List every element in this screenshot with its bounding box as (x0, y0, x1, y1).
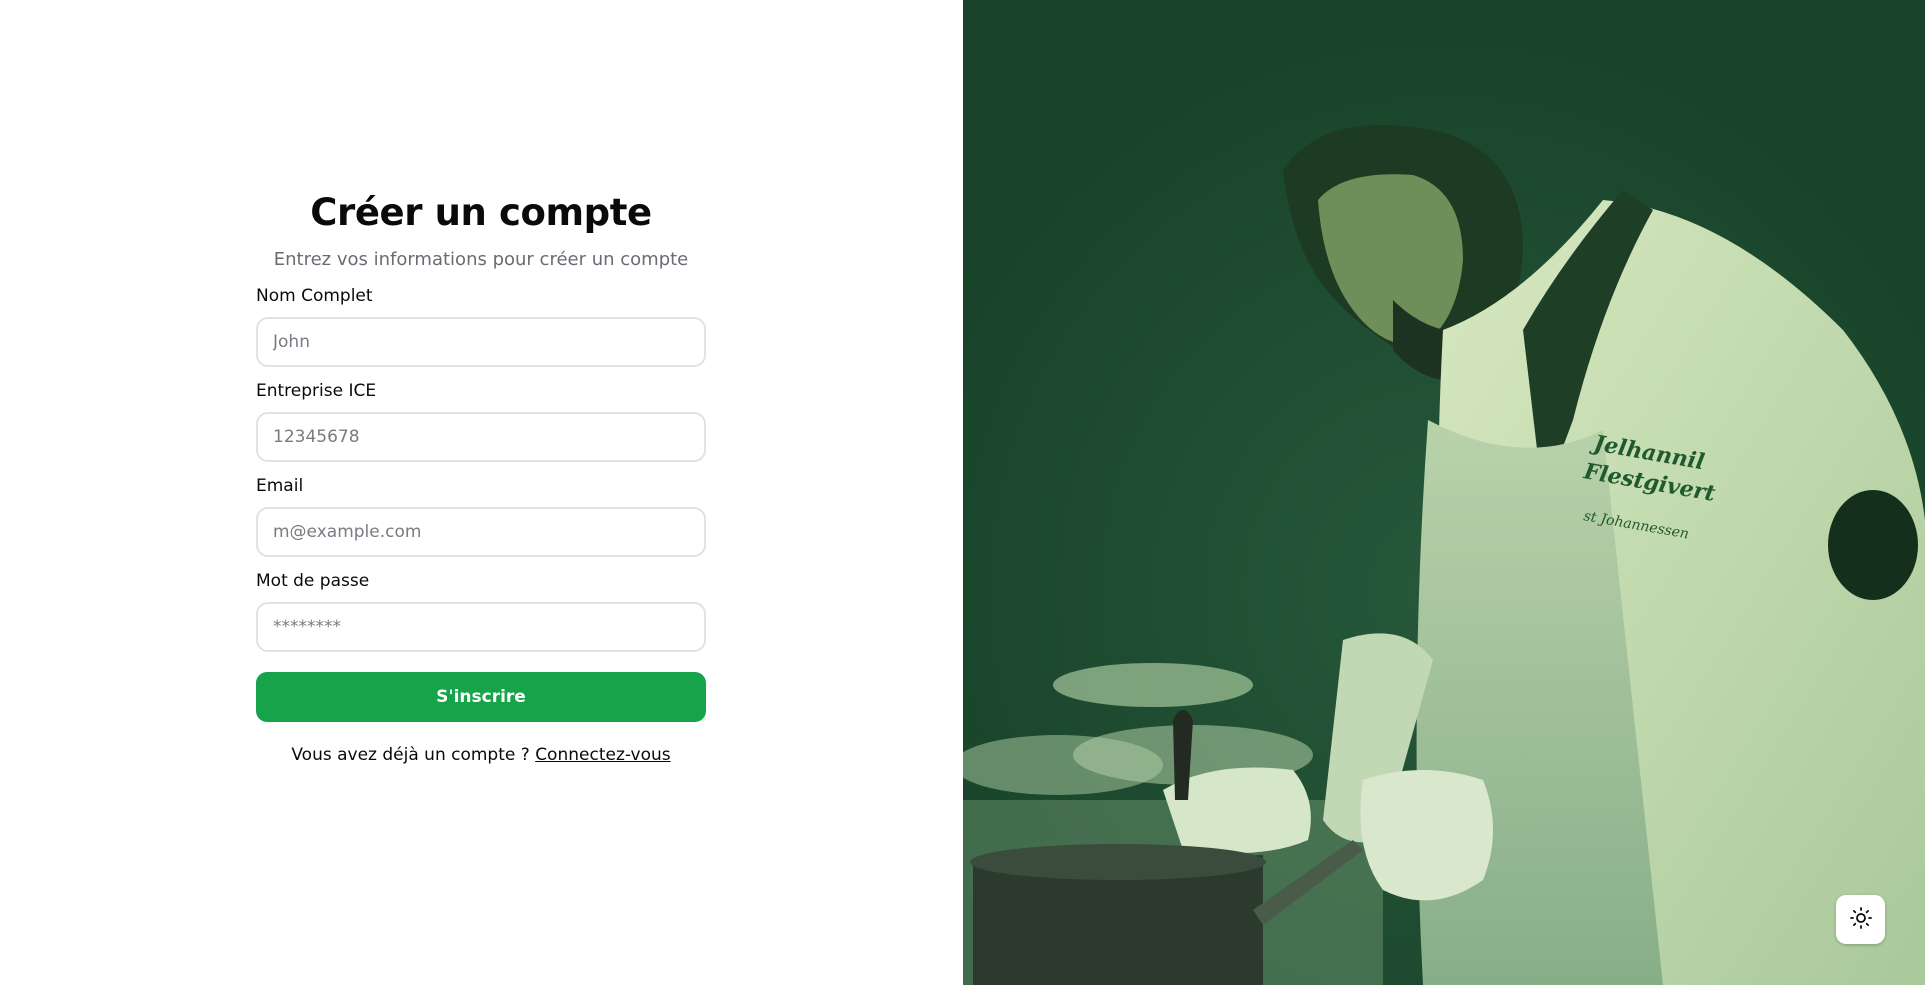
password-group: Mot de passe (256, 569, 706, 652)
password-label: Mot de passe (256, 571, 370, 591)
theme-toggle-button[interactable] (1836, 895, 1885, 944)
company-ice-input[interactable] (256, 412, 706, 462)
login-prompt: Vous avez déjà un compte ? Connectez-vou… (256, 743, 706, 767)
email-input[interactable] (256, 507, 706, 557)
signup-button[interactable]: S'inscrire (256, 672, 706, 722)
sun-icon (1849, 906, 1873, 934)
company-ice-label: Entreprise ICE (256, 381, 377, 401)
password-input[interactable] (256, 602, 706, 652)
login-link[interactable]: Connectez-vous (535, 745, 670, 765)
page-title: Créer un compte (310, 191, 652, 234)
hero-image: Jelhannil Flestgivert st Johannessen (963, 0, 1925, 985)
login-prompt-text: Vous avez déjà un compte ? (291, 745, 530, 765)
full-name-input[interactable] (256, 317, 706, 367)
signup-panel: Créer un compte Entrez vos informations … (0, 0, 963, 985)
full-name-label: Nom Complet (256, 286, 373, 306)
email-group: Email (256, 474, 706, 557)
full-name-group: Nom Complet (256, 284, 706, 367)
page-subtitle: Entrez vos informations pour créer un co… (273, 249, 689, 270)
signup-form: Créer un compte Entrez vos informations … (256, 190, 706, 767)
chef-photo-illustration: Jelhannil Flestgivert st Johannessen (963, 0, 1925, 985)
company-ice-group: Entreprise ICE (256, 379, 706, 462)
email-label: Email (256, 476, 304, 496)
